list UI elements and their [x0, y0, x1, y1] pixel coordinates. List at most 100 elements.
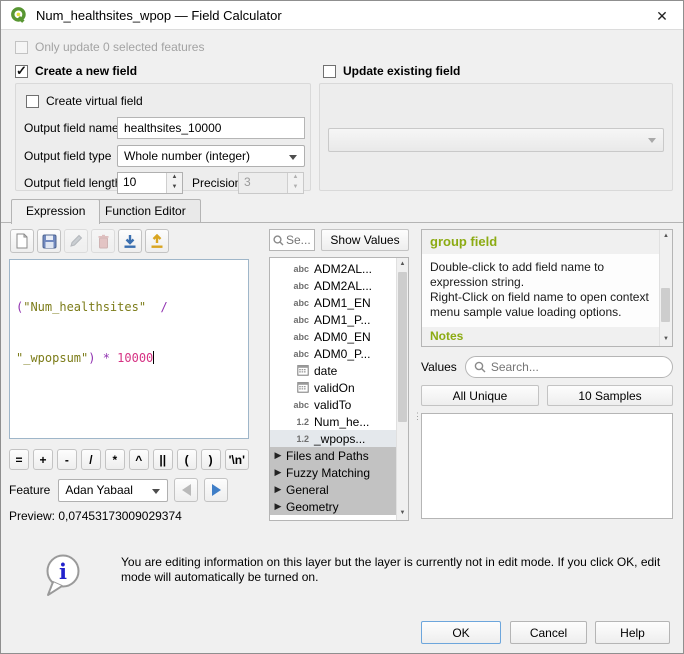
output-field-length-spinner[interactable]: 10 ▲▼ — [117, 172, 183, 194]
expander-icon[interactable]: ▶ — [270, 501, 286, 512]
field-item[interactable]: date — [270, 362, 396, 379]
ok-button[interactable]: OK — [421, 621, 501, 644]
operator-newline-button[interactable]: '\n' — [225, 449, 249, 470]
ten-samples-button[interactable]: 10 Samples — [547, 385, 673, 406]
update-existing-field-checkbox[interactable]: Update existing field — [323, 64, 460, 78]
operator-equals-button[interactable]: = — [9, 449, 29, 470]
splitter-handle[interactable]: ⋮ — [413, 413, 418, 443]
qgis-logo-icon — [10, 6, 28, 24]
field-item[interactable]: abcvalidTo — [270, 396, 396, 413]
window-title: Num_healthsites_wpop — Field Calculator — [36, 8, 282, 23]
spin-up-icon: ▲ — [288, 173, 303, 183]
checkbox-box[interactable] — [26, 95, 39, 108]
spin-down-icon: ▼ — [288, 183, 303, 193]
output-field-type-select[interactable]: Whole number (integer) — [117, 145, 305, 167]
update-existing-field-label: Update existing field — [343, 64, 460, 78]
help-scrollbar[interactable]: ▲ ▼ — [659, 230, 672, 346]
field-item[interactable]: abcADM1_EN — [270, 294, 396, 311]
field-item[interactable]: validOn — [270, 379, 396, 396]
export-expression-button[interactable] — [145, 229, 169, 253]
scroll-down-icon[interactable]: ▼ — [397, 507, 408, 520]
help-line-2: Right-Click on field name to open contex… — [430, 290, 651, 320]
cancel-button[interactable]: Cancel — [510, 621, 587, 644]
field-item[interactable]: abcADM1_P... — [270, 311, 396, 328]
fields-scrollbar[interactable]: ▲ ▼ — [396, 258, 408, 520]
help-notes-label: Notes — [422, 327, 659, 346]
expander-icon[interactable]: ▶ — [270, 484, 286, 495]
expander-icon[interactable]: ▶ — [270, 450, 286, 461]
operator-power-button[interactable]: ^ — [129, 449, 149, 470]
save-expression-button[interactable] — [37, 229, 61, 253]
operator-buttons: = + - / * ^ || ( ) '\n' — [9, 449, 249, 470]
field-search-box[interactable] — [269, 229, 315, 251]
field-item[interactable]: abcADM0_P... — [270, 345, 396, 362]
floppy-disk-icon — [42, 234, 57, 249]
field-item[interactable]: abcADM0_EN — [270, 328, 396, 345]
values-search-input[interactable] — [491, 360, 664, 374]
field-item-selected[interactable]: 1.2_wpops... — [270, 430, 396, 447]
operator-open-paren-button[interactable]: ( — [177, 449, 197, 470]
operator-concat-button[interactable]: || — [153, 449, 173, 470]
field-item[interactable]: abcADM2AL... — [270, 277, 396, 294]
output-field-name-input[interactable] — [117, 117, 305, 139]
info-area: i You are editing information on this la… — [1, 533, 683, 611]
operator-divide-button[interactable]: / — [81, 449, 101, 470]
expression-editor[interactable]: ("Num_healthsites" / "_wpopsum") * 10000 — [9, 259, 249, 439]
field-item-label: _wpops... — [314, 432, 365, 446]
operator-close-paren-button[interactable]: ) — [201, 449, 221, 470]
tab-expression[interactable]: Expression — [11, 199, 100, 224]
fields-list[interactable]: abcADM2AL... abcADM2AL... abcADM1_EN abc… — [269, 257, 409, 521]
new-expression-button[interactable] — [10, 229, 34, 253]
import-expression-button[interactable] — [118, 229, 142, 253]
chevron-down-icon — [289, 155, 297, 160]
preview-value: 0,07453173009029374 — [58, 509, 181, 523]
scrollbar-thumb[interactable] — [661, 288, 670, 322]
next-feature-button[interactable] — [204, 478, 228, 502]
field-item[interactable]: 1.2Num_he... — [270, 413, 396, 430]
checkbox-checked-box[interactable] — [15, 65, 28, 78]
field-group[interactable]: ▶Files and Paths — [270, 447, 396, 464]
create-new-field-checkbox[interactable]: Create a new field — [15, 64, 137, 78]
scroll-down-icon[interactable]: ▼ — [660, 333, 672, 346]
text-field-icon: abc — [270, 315, 314, 325]
operator-multiply-button[interactable]: * — [105, 449, 125, 470]
arrow-right-icon — [212, 484, 221, 496]
spin-up-icon[interactable]: ▲ — [167, 173, 182, 183]
field-group[interactable]: ▶Fuzzy Matching — [270, 464, 396, 481]
field-group-label: Geometry — [286, 500, 339, 514]
preview-label: Preview: — [9, 509, 55, 523]
operator-plus-button[interactable]: + — [33, 449, 53, 470]
scrollbar-thumb[interactable] — [398, 272, 407, 422]
show-values-button[interactable]: Show Values — [321, 229, 409, 251]
checkbox-box — [15, 41, 28, 54]
chevron-down-icon — [152, 489, 160, 494]
scroll-up-icon[interactable]: ▲ — [660, 230, 672, 243]
feature-value: Adan Yabaal — [65, 483, 133, 497]
values-list[interactable] — [421, 413, 673, 519]
scroll-up-icon[interactable]: ▲ — [397, 258, 408, 271]
field-item-label: validOn — [314, 381, 355, 395]
existing-field-select — [328, 128, 664, 152]
close-icon[interactable]: ✕ — [651, 5, 673, 27]
tab-function-editor[interactable]: Function Editor — [90, 199, 201, 223]
feature-select[interactable]: Adan Yabaal — [58, 479, 168, 502]
spin-down-icon[interactable]: ▼ — [167, 183, 182, 193]
help-body: Double-click to add field name to expres… — [422, 254, 659, 324]
help-button[interactable]: Help — [595, 621, 670, 644]
field-group[interactable]: ▶Geometry — [270, 498, 396, 515]
values-search-box[interactable] — [465, 356, 673, 378]
feature-label: Feature — [9, 483, 50, 497]
field-item[interactable]: abcADM2AL... — [270, 260, 396, 277]
precision-spinner: 3 ▲▼ — [238, 172, 304, 194]
previous-feature-button — [174, 478, 198, 502]
expander-icon[interactable]: ▶ — [270, 467, 286, 478]
field-group[interactable]: ▶General — [270, 481, 396, 498]
operator-minus-button[interactable]: - — [57, 449, 77, 470]
create-virtual-field-checkbox[interactable]: Create virtual field — [26, 94, 143, 108]
values-row: Values — [421, 356, 673, 378]
tab-bar: Expression Function Editor — [1, 199, 683, 223]
help-title: group field — [422, 230, 659, 254]
checkbox-box[interactable] — [323, 65, 336, 78]
all-unique-button[interactable]: All Unique — [421, 385, 539, 406]
field-search-input[interactable] — [286, 233, 310, 247]
